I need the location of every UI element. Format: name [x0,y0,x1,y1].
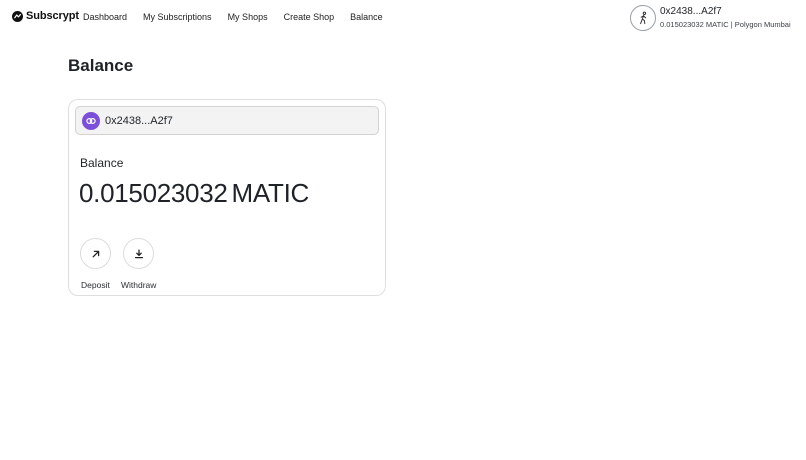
nav-link-create-shop[interactable]: Create Shop [284,12,335,22]
brand-logo[interactable]: Subscrypt [12,10,79,22]
walking-person-icon [640,11,647,25]
subscrypt-logo-icon [12,10,23,22]
arrow-up-right-icon [92,250,99,257]
wallet-address: 0x2438...A2f7 [660,6,722,17]
account-address: 0x2438...A2f7 [105,114,173,127]
top-nav: Subscrypt Dashboard My Subscriptions My … [0,0,806,36]
nav-link-balance[interactable]: Balance [350,12,383,22]
balance-value: 0.015023032 [79,178,228,208]
connected-wallet-button[interactable]: 0x2438...A2f7 0.015023032 MATIC | Polygo… [630,5,800,31]
balance-unit: MATIC [231,178,310,208]
deposit-label[interactable]: Deposit [81,280,110,290]
download-icon [134,249,143,258]
nav-link-my-subscriptions[interactable]: My Subscriptions [143,12,212,22]
wallet-balance-network: 0.015023032 MATIC | Polygon Mumbai [660,20,791,29]
withdraw-label[interactable]: Withdraw [121,280,156,290]
deposit-button[interactable] [80,238,111,269]
nav-link-dashboard[interactable]: Dashboard [83,12,127,22]
balance-card: 0x2438...A2f7 Balance 0.015023032 MATIC D… [68,99,386,296]
balance-amount: 0.015023032 MATIC [79,178,309,209]
nav-links: Dashboard My Subscriptions My Shops Crea… [83,12,383,22]
polygon-chain-icon [86,117,96,124]
account-selector[interactable]: 0x2438...A2f7 [75,106,379,135]
brand-name: Subscrypt [26,10,79,22]
balance-label: Balance [80,156,124,170]
wallet-avatar [630,5,656,31]
nav-link-my-shops[interactable]: My Shops [228,12,268,22]
app-root: Subscrypt Dashboard My Subscriptions My … [0,0,806,460]
withdraw-button[interactable] [123,238,154,269]
page-title: Balance [68,56,134,75]
polygon-icon [82,111,100,130]
